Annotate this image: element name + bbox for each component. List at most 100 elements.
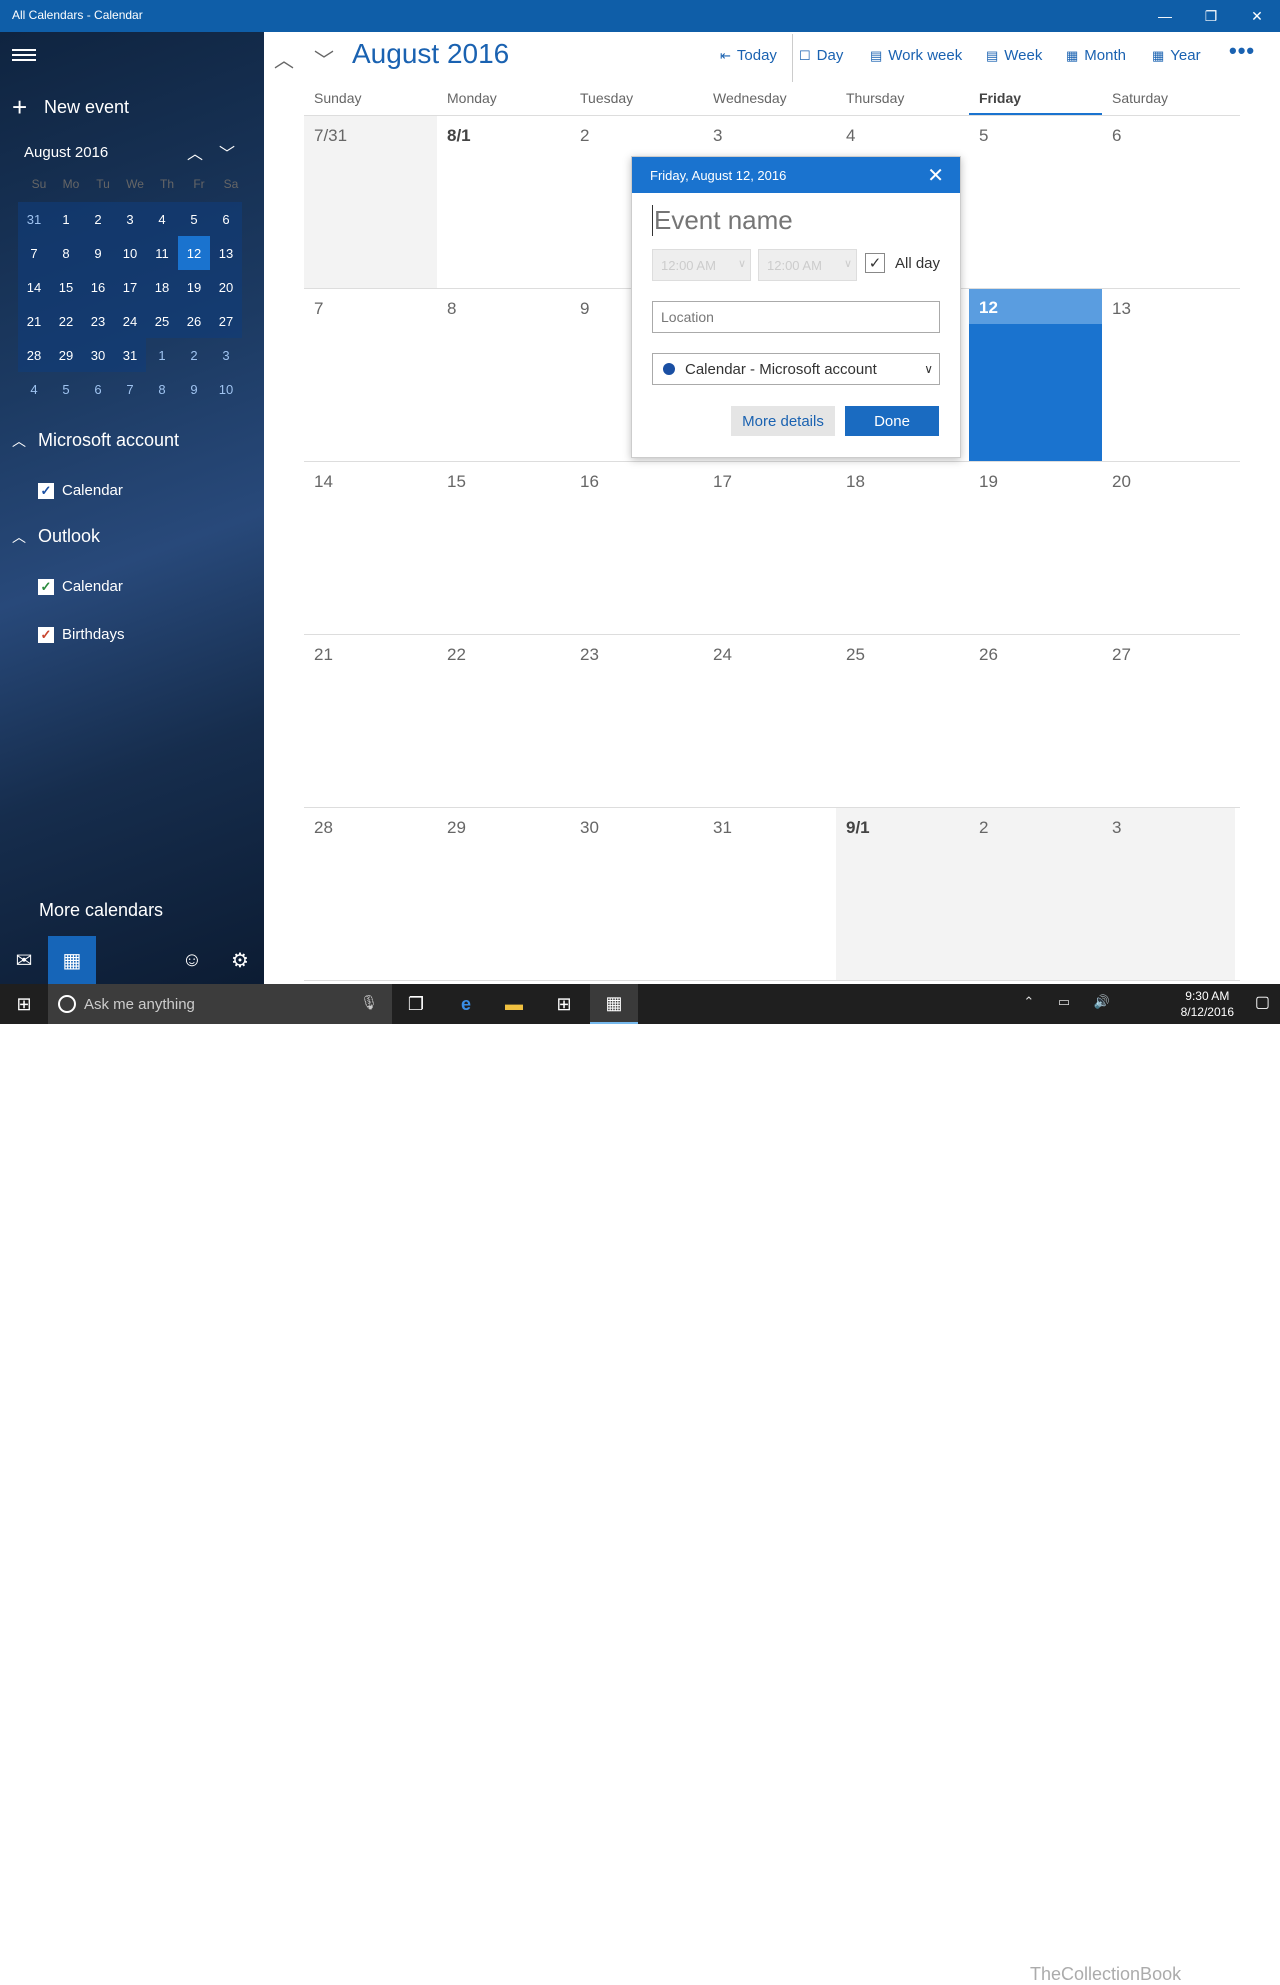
previous-month-button[interactable]: ︿ xyxy=(272,44,296,73)
mini-next-month-button[interactable]: ﹀ xyxy=(215,140,239,164)
mini-day[interactable]: 2 xyxy=(82,202,114,236)
store-icon[interactable]: ⊞ xyxy=(540,984,588,1024)
day-cell[interactable]: 6 xyxy=(1102,116,1235,288)
clock[interactable]: 9:30 AM 8/12/2016 xyxy=(1181,988,1234,1020)
checkbox-checked-icon[interactable]: ✓ xyxy=(38,578,54,595)
mini-day[interactable]: 3 xyxy=(210,338,242,372)
system-tray-icons[interactable]: ⌃ ▭ 🔊 xyxy=(1023,994,1120,1010)
day-cell[interactable]: 3 xyxy=(1102,808,1235,980)
mini-day[interactable]: 4 xyxy=(18,372,50,406)
action-center-icon[interactable]: ▢ xyxy=(1255,992,1270,1012)
mini-day[interactable]: 15 xyxy=(50,270,82,304)
cortana-search-box[interactable]: Ask me anything 🎙 xyxy=(48,984,392,1024)
new-event-button[interactable]: + New event xyxy=(12,92,129,123)
end-time-select[interactable]: 12:00 AM ∨ xyxy=(758,249,857,281)
mini-day[interactable]: 25 xyxy=(146,304,178,338)
day-cell[interactable]: 8/1 xyxy=(437,116,570,288)
mini-day[interactable]: 14 xyxy=(18,270,50,304)
mini-day[interactable]: 6 xyxy=(82,372,114,406)
mini-day[interactable]: 8 xyxy=(146,372,178,406)
feedback-smiley-icon[interactable]: ☺ xyxy=(168,936,216,984)
mini-day[interactable]: 24 xyxy=(114,304,146,338)
mini-day[interactable]: 4 xyxy=(146,202,178,236)
day-cell[interactable]: 8 xyxy=(437,289,570,461)
file-explorer-icon[interactable]: ▬ xyxy=(490,984,538,1024)
mini-day[interactable]: 2 xyxy=(178,338,210,372)
mini-day[interactable]: 21 xyxy=(18,304,50,338)
day-cell[interactable]: 22 xyxy=(437,635,570,807)
day-cell[interactable]: 28 xyxy=(304,808,437,980)
mini-day[interactable]: 19 xyxy=(178,270,210,304)
calendar-select[interactable]: Calendar - Microsoft account ∨ xyxy=(652,353,940,385)
checkbox-checked-icon[interactable]: ✓ xyxy=(38,626,54,643)
month-view-button[interactable]: ▦ Month xyxy=(1066,47,1126,64)
day-cell[interactable]: 14 xyxy=(304,462,437,634)
mini-day[interactable]: 9 xyxy=(178,372,210,406)
close-button[interactable]: ✕ xyxy=(1234,0,1280,32)
mini-day[interactable]: 30 xyxy=(82,338,114,372)
mini-day[interactable]: 28 xyxy=(18,338,50,372)
day-cell[interactable]: 25 xyxy=(836,635,969,807)
mail-icon[interactable]: ✉ xyxy=(0,936,48,984)
mini-day[interactable]: 22 xyxy=(50,304,82,338)
settings-gear-icon[interactable]: ⚙ xyxy=(216,936,264,984)
calendar-app-icon[interactable]: ▦ xyxy=(590,984,638,1024)
mini-day[interactable]: 17 xyxy=(114,270,146,304)
mini-day[interactable]: 10 xyxy=(210,372,242,406)
more-options-button[interactable]: ••• xyxy=(1229,38,1255,64)
day-cell[interactable]: 2 xyxy=(969,808,1102,980)
mini-day[interactable]: 11 xyxy=(146,236,178,270)
day-cell[interactable]: 23 xyxy=(570,635,703,807)
mini-day[interactable]: 16 xyxy=(82,270,114,304)
month-title[interactable]: August 2016 xyxy=(352,38,509,70)
mini-day[interactable]: 1 xyxy=(146,338,178,372)
mini-day[interactable]: 31 xyxy=(18,202,50,236)
day-cell[interactable]: 19 xyxy=(969,462,1102,634)
day-cell[interactable]: 27 xyxy=(1102,635,1235,807)
mini-day[interactable]: 10 xyxy=(114,236,146,270)
location-input[interactable]: Location xyxy=(652,301,940,333)
day-cell[interactable]: 18 xyxy=(836,462,969,634)
mini-prev-month-button[interactable]: ︿ xyxy=(183,140,207,164)
day-cell[interactable]: 26 xyxy=(969,635,1102,807)
mini-day[interactable]: 18 xyxy=(146,270,178,304)
more-details-button[interactable]: More details xyxy=(731,406,835,436)
start-time-select[interactable]: 12:00 AM ∨ xyxy=(652,249,751,281)
year-view-button[interactable]: ▦ Year xyxy=(1152,47,1201,64)
mini-day[interactable]: 5 xyxy=(50,372,82,406)
mini-day[interactable]: 3 xyxy=(114,202,146,236)
day-view-button[interactable]: ☐ Day xyxy=(799,47,843,64)
week-view-button[interactable]: ▤ Week xyxy=(986,47,1042,64)
mini-day[interactable]: 31 xyxy=(114,338,146,372)
minimize-button[interactable]: — xyxy=(1142,0,1188,32)
day-cell[interactable]: 9/1 xyxy=(836,808,969,980)
mini-day[interactable]: 8 xyxy=(50,236,82,270)
today-button[interactable]: ⇤ Today xyxy=(720,47,777,64)
all-day-checkbox[interactable]: ✓ All day xyxy=(865,253,940,273)
day-cell[interactable]: 16 xyxy=(570,462,703,634)
mini-day[interactable]: 23 xyxy=(82,304,114,338)
mini-day[interactable]: 9 xyxy=(82,236,114,270)
mini-day[interactable]: 7 xyxy=(18,236,50,270)
group-microsoft-account[interactable]: ︿ Microsoft account xyxy=(12,430,179,451)
day-cell[interactable]: 31 xyxy=(703,808,836,980)
day-cell[interactable]: 15 xyxy=(437,462,570,634)
checkbox-checked-icon[interactable]: ✓ xyxy=(38,482,54,499)
mini-day-selected[interactable]: 12 xyxy=(178,236,210,270)
day-cell[interactable]: 7/31 xyxy=(304,116,437,288)
calendar-icon[interactable]: ▦ xyxy=(48,936,96,984)
group-outlook[interactable]: ︿ Outlook xyxy=(12,526,100,547)
day-cell[interactable]: 29 xyxy=(437,808,570,980)
day-cell[interactable]: 13 xyxy=(1102,289,1235,461)
event-name-input[interactable] xyxy=(652,205,942,236)
mini-day[interactable]: 5 xyxy=(178,202,210,236)
day-cell-today[interactable]: 12 xyxy=(969,289,1102,461)
microphone-icon[interactable]: 🎙 xyxy=(360,994,378,1011)
calendar-item-microsoft-calendar[interactable]: ✓ Calendar xyxy=(38,482,123,499)
day-cell[interactable]: 21 xyxy=(304,635,437,807)
mini-day[interactable]: 1 xyxy=(50,202,82,236)
mini-day[interactable]: 20 xyxy=(210,270,242,304)
task-view-icon[interactable]: ❐ xyxy=(392,984,440,1024)
calendar-item-birthdays[interactable]: ✓ Birthdays xyxy=(38,626,125,643)
day-cell[interactable]: 7 xyxy=(304,289,437,461)
